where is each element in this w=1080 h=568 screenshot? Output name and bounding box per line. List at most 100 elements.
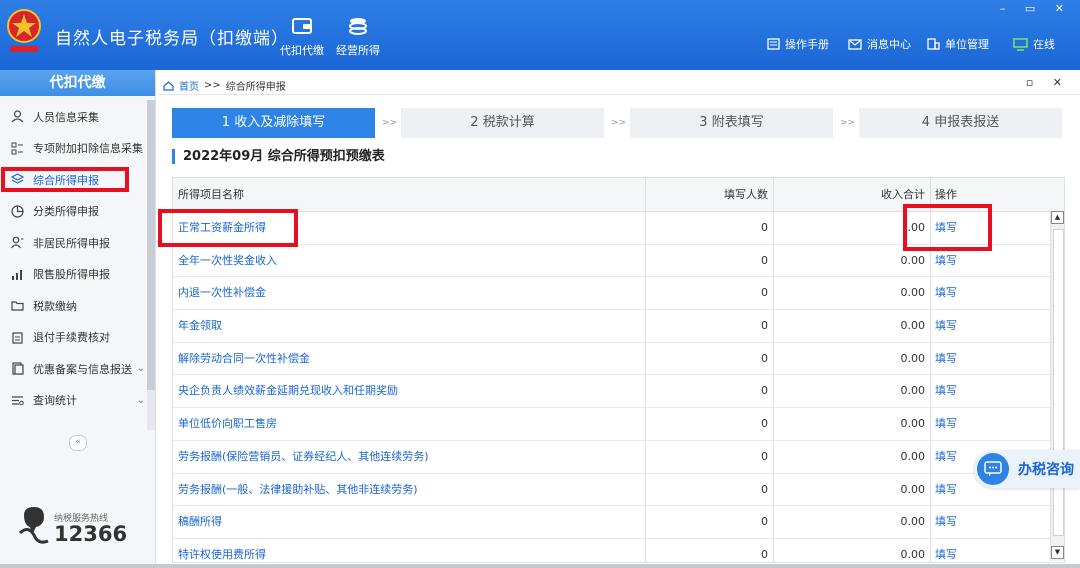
income-item-link[interactable]: 劳务报酬(一般、法律援助补贴、其他非连续劳务): [173, 474, 645, 506]
sidebar-item-label: 查询统计: [33, 394, 77, 408]
toolbar-withholding-button[interactable]: 代扣代缴: [272, 16, 332, 58]
message-center-link[interactable]: 消息中心: [848, 36, 911, 52]
fill-in-link[interactable]: 填写: [930, 375, 1048, 408]
app-title: 自然人电子税务局（扣缴端）: [55, 29, 289, 49]
filled-count: 0: [645, 310, 773, 342]
fill-in-link[interactable]: 填写: [930, 277, 1048, 310]
wallet-icon: [292, 18, 312, 34]
table-scrollbar[interactable]: ▲ ▼: [1050, 211, 1064, 561]
panel-controls[interactable]: ▫ ✕: [1026, 76, 1070, 89]
collapse-sidebar-button[interactable]: «: [69, 435, 87, 451]
scroll-up-icon[interactable]: ▲: [1051, 211, 1064, 224]
sidebar-item-nonresident-income[interactable]: 非居民所得申报: [0, 227, 147, 259]
sidebar-item-tax-payment[interactable]: 税款缴纳: [0, 290, 147, 322]
filled-count: 0: [645, 342, 773, 375]
online-status-label: 在线: [1033, 38, 1055, 51]
tax-consult-button[interactable]: 办税咨询: [974, 450, 1080, 488]
list-icon: [10, 393, 24, 407]
fill-in-link[interactable]: 填写: [930, 506, 1048, 538]
chevron-down-icon: ⌄: [136, 394, 145, 406]
sidebar-item-label: 优惠备案与信息报送: [33, 362, 132, 376]
home-icon: [163, 80, 174, 91]
sidebar-item-refund-fee[interactable]: 退付手续费核对: [0, 322, 147, 354]
income-total: 0.00: [773, 310, 930, 342]
filled-count: 0: [645, 473, 773, 506]
filled-count: 0: [645, 375, 773, 408]
step-attachment[interactable]: 3 附表填写: [630, 108, 833, 138]
filled-count: 0: [645, 538, 773, 562]
sidebar-scrollbar[interactable]: [147, 100, 155, 430]
sidebar-item-restricted-shares[interactable]: 限售股所得申报: [0, 259, 147, 291]
fill-in-link[interactable]: 填写: [930, 408, 1048, 440]
table-row: 年金领取 0 0.00 填写: [173, 310, 1064, 343]
sidebar-item-query-stats[interactable]: 查询统计 ⌄: [0, 385, 147, 417]
step-income-deduction[interactable]: 1 收入及减除填写: [172, 108, 375, 138]
filled-count: 0: [645, 212, 773, 244]
sidebar-item-label: 税款缴纳: [33, 299, 77, 313]
table-row: 稿酬所得 0 0.00 填写: [173, 506, 1064, 539]
income-total: 0.00: [773, 440, 930, 473]
step-separator: >>: [382, 118, 398, 128]
header-count: 填写人数: [645, 178, 773, 211]
income-item-link[interactable]: 稿酬所得: [173, 506, 645, 538]
sidebar-item-classified-income[interactable]: 分类所得申报: [0, 196, 147, 228]
table-body: 正常工资薪金所得 0.00 填写 全年一次性奖金收入 0 0.00 填写 内退一次性补偿金 0 0…: [173, 212, 1064, 562]
unit-management-link[interactable]: 单位管理: [927, 36, 989, 52]
unit-management-label: 单位管理: [945, 38, 989, 51]
fill-in-link[interactable]: 填写: [930, 342, 1048, 375]
breadcrumb-current: 综合所得申报: [225, 82, 286, 93]
online-status[interactable]: 在线: [1013, 36, 1055, 52]
manual-link[interactable]: 操作手册: [767, 36, 829, 52]
fill-in-link[interactable]: 填写: [930, 310, 1048, 342]
sidebar-item-special-deduction[interactable]: 专项附加扣除信息采集: [0, 133, 147, 165]
scroll-down-icon[interactable]: ▼: [1051, 546, 1064, 559]
income-total: 0.00: [773, 538, 930, 562]
sidebar-item-label: 非居民所得申报: [33, 236, 110, 250]
income-item-link[interactable]: 单位低价向职工售房: [173, 408, 645, 440]
chat-bubble-icon: [977, 453, 1009, 485]
breadcrumb-bar: 首页 >> 综合所得申报 ▫ ✕: [157, 74, 1080, 95]
step-submit[interactable]: 4 申报表报送: [859, 108, 1062, 138]
step-separator: >>: [840, 118, 856, 128]
income-item-link[interactable]: 内退一次性补偿金: [173, 277, 645, 309]
table-row: 特许权使用费所得 0 0.00 填写: [173, 538, 1064, 562]
toolbar-label: 经营所得: [336, 44, 380, 57]
step-bar: 1 收入及减除填写 >> 2 税款计算 >> 3 附表填写 >> 4 申报表报送: [172, 108, 1062, 138]
scrollbar-thumb[interactable]: [1053, 229, 1064, 536]
income-total: 0.00: [773, 375, 930, 408]
tax-consult-label: 办税咨询: [1018, 462, 1074, 478]
sidebar-item-label: 人员信息采集: [33, 110, 99, 124]
sidebar-menu: 人员信息采集 专项附加扣除信息采集 综合所得申报 分类所得申报 非居民所得申报 …: [0, 101, 147, 416]
clipboard-icon: [10, 330, 24, 344]
window-controls[interactable]: – ▭ ✕: [1000, 2, 1072, 15]
toolbar-business-income-button[interactable]: 经营所得: [328, 16, 388, 58]
table-row: 央企负责人绩效薪金延期兑现收入和任期奖励 0 0.00 填写: [173, 375, 1064, 409]
hotline: 纳税服务热线 12366: [18, 505, 127, 552]
income-item-link[interactable]: 年金领取: [173, 310, 645, 342]
table-row: 劳务报酬(保险营销员、证券经纪人、其他连续劳务) 0 0.00 填写: [173, 440, 1064, 474]
doc-icon: [10, 362, 24, 376]
step-tax-calculation[interactable]: 2 税款计算: [401, 108, 604, 138]
section-title: 2022年09月 综合所得预扣预缴表: [172, 149, 385, 164]
income-item-link[interactable]: 特许权使用费所得: [173, 539, 645, 562]
building-icon: [927, 38, 940, 50]
sidebar-scrollbar-thumb[interactable]: [147, 100, 155, 390]
income-item-link[interactable]: 劳务报酬(保险营销员、证券经纪人、其他连续劳务): [173, 441, 645, 473]
sidebar-item-personnel-info[interactable]: 人员信息采集: [0, 101, 147, 133]
sidebar-item-preferential-filing[interactable]: 优惠备案与信息报送 ⌄: [0, 353, 147, 385]
income-item-link[interactable]: 解除劳动合同一次性补偿金: [173, 343, 645, 375]
mail-icon: [848, 38, 862, 50]
fill-in-link[interactable]: 填写: [930, 538, 1048, 562]
filled-count: 0: [645, 440, 773, 473]
breadcrumb-home[interactable]: 首页: [179, 78, 199, 93]
income-item-link[interactable]: 央企负责人绩效薪金延期兑现收入和任期奖励: [173, 375, 645, 407]
signal-icon: [10, 267, 24, 281]
grid-icon: [10, 141, 24, 155]
manual-link-label: 操作手册: [785, 38, 829, 51]
income-item-link[interactable]: 全年一次性奖金收入: [173, 245, 645, 277]
filled-count: 0: [645, 277, 773, 310]
message-center-label: 消息中心: [867, 38, 911, 51]
sidebar-header: 代扣代缴: [0, 70, 155, 96]
manual-icon: [767, 38, 780, 50]
filled-count: 0: [645, 244, 773, 277]
